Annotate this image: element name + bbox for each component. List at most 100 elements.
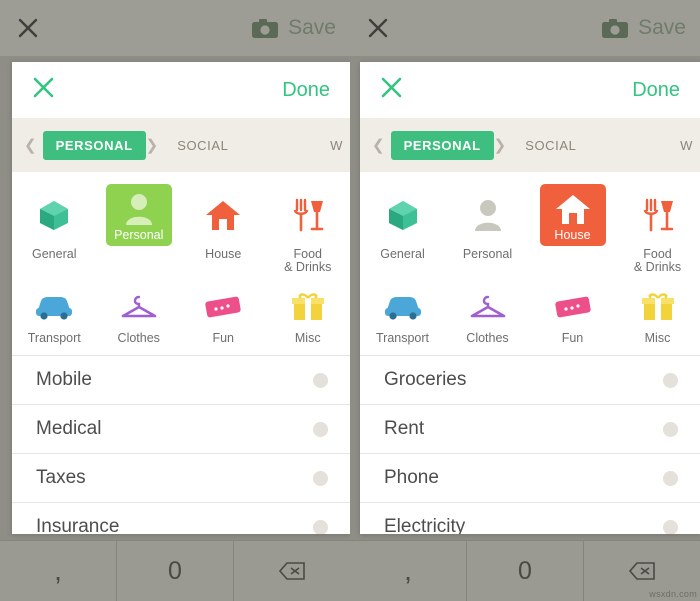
list-item-label: Mobile <box>36 369 92 390</box>
icon-label-misc: Misc <box>294 331 321 345</box>
icon-cell-transport[interactable]: Transport <box>12 280 97 351</box>
tab-work-partial[interactable]: W <box>317 131 350 160</box>
list-item-label: Medical <box>36 418 102 439</box>
box-icon <box>370 184 436 246</box>
chevron-left-icon[interactable]: ❮ <box>24 136 37 154</box>
icon-label-clothes: Clothes <box>466 331 509 345</box>
icon-cell-transport[interactable]: Transport <box>360 280 445 351</box>
keypad-right: , 0 <box>350 540 700 601</box>
icon-label-transport: Transport <box>27 331 81 345</box>
subcategory-list-right: Groceries Rent Phone Electricity <box>360 355 700 534</box>
modal-close-icon[interactable] <box>380 76 403 104</box>
house-icon: House <box>539 184 606 246</box>
tab-social[interactable]: SOCIAL <box>164 131 241 160</box>
category-picker-left: Done ❮ PERSONAL ❯ SOCIAL W General Perso… <box>12 62 350 534</box>
modal-close-icon[interactable] <box>32 76 55 104</box>
topbar-camera-icon[interactable] <box>242 18 288 39</box>
icon-cell-personal[interactable]: Personal <box>445 180 530 280</box>
topbar-save-button[interactable]: Save <box>288 16 350 40</box>
icon-grid-left: General Personal House Food & Drinks Tra… <box>12 172 350 355</box>
topbar-save-button[interactable]: Save <box>638 16 700 40</box>
icon-label-personal: Personal <box>462 247 513 261</box>
done-button[interactable]: Done <box>282 79 330 102</box>
icon-cell-general[interactable]: General <box>360 180 445 280</box>
list-item-label: Insurance <box>36 516 120 534</box>
radio-icon[interactable] <box>663 421 678 437</box>
key-zero[interactable]: 0 <box>467 541 584 601</box>
box-icon <box>21 184 87 246</box>
car-icon <box>370 284 436 330</box>
icon-cell-clothes[interactable]: Clothes <box>97 280 182 351</box>
icon-cell-general[interactable]: General <box>12 180 97 280</box>
list-item[interactable]: Phone <box>360 454 700 503</box>
person-icon: Personal <box>105 184 172 246</box>
car-icon <box>21 284 87 330</box>
list-item[interactable]: Mobile <box>12 356 350 405</box>
icon-label-general: General <box>32 247 77 261</box>
app-topbar-left: Save <box>0 0 350 56</box>
list-item[interactable]: Insurance <box>12 503 350 534</box>
icon-cell-fun[interactable]: Fun <box>181 280 266 351</box>
key-comma[interactable]: , <box>0 541 117 601</box>
icon-row-1-left: General Personal House Food & Drinks <box>12 180 350 280</box>
list-item[interactable]: Electricity <box>360 503 700 534</box>
icon-row-1-right: General Personal House Food & Drinks <box>360 180 700 280</box>
icon-label-food-drinks: Food & Drinks <box>633 247 682 274</box>
done-button[interactable]: Done <box>632 79 680 102</box>
card-header-right: Done <box>360 62 700 118</box>
radio-icon[interactable] <box>313 519 328 534</box>
list-item-label: Phone <box>384 467 439 488</box>
icon-cell-personal[interactable]: Personal <box>97 180 182 280</box>
list-item-label: Taxes <box>36 467 86 488</box>
radio-icon[interactable] <box>663 470 678 486</box>
radio-icon[interactable] <box>313 470 328 486</box>
icon-label-general: General <box>380 247 425 261</box>
tab-social[interactable]: SOCIAL <box>512 131 589 160</box>
key-zero[interactable]: 0 <box>117 541 234 601</box>
list-item-label: Groceries <box>384 369 467 390</box>
icon-cell-fun[interactable]: Fun <box>530 280 615 351</box>
key-backspace[interactable] <box>234 541 350 601</box>
key-comma[interactable]: , <box>350 541 467 601</box>
tab-personal[interactable]: PERSONAL <box>42 130 146 160</box>
list-item[interactable]: Groceries <box>360 356 700 405</box>
ticket-icon <box>540 284 606 330</box>
topbar-close-icon[interactable] <box>0 17 56 39</box>
topbar-close-icon[interactable] <box>350 17 406 39</box>
tab-personal[interactable]: PERSONAL <box>390 130 494 160</box>
icon-label-fun: Fun <box>212 331 235 345</box>
watermark: wsxdn.com <box>649 589 697 599</box>
card-header-left: Done <box>12 62 350 118</box>
tab-work-partial[interactable]: W <box>667 131 700 160</box>
radio-icon[interactable] <box>663 372 678 388</box>
radio-icon[interactable] <box>313 421 328 437</box>
topbar-camera-icon[interactable] <box>592 18 638 39</box>
icon-label-house: House <box>554 228 591 242</box>
icon-label-fun: Fun <box>561 331 584 345</box>
list-item[interactable]: Rent <box>360 405 700 454</box>
icon-cell-house[interactable]: House <box>181 180 266 280</box>
list-item-label: Rent <box>384 418 425 439</box>
tab-strip-left: ❮ PERSONAL ❯ SOCIAL W <box>12 118 350 172</box>
icon-cell-food-drinks[interactable]: Food & Drinks <box>615 180 700 280</box>
chevron-left-icon[interactable]: ❮ <box>372 136 385 154</box>
icon-row-2-left: Transport Clothes Fun Misc <box>12 280 350 351</box>
icon-cell-misc[interactable]: Misc <box>266 280 351 351</box>
list-item[interactable]: Medical <box>12 405 350 454</box>
icon-cell-clothes[interactable]: Clothes <box>445 280 530 351</box>
hanger-icon <box>455 284 521 330</box>
list-item-label: Electricity <box>384 516 466 534</box>
radio-icon[interactable] <box>663 519 678 534</box>
person-icon <box>455 184 521 246</box>
icon-cell-house[interactable]: House <box>530 180 615 280</box>
icon-cell-misc[interactable]: Misc <box>615 280 700 351</box>
icon-label-personal: Personal <box>114 228 164 242</box>
chevron-right-icon: ❯ <box>145 137 159 154</box>
icon-label-house: House <box>205 247 242 261</box>
icon-cell-food-drinks[interactable]: Food & Drinks <box>266 180 351 280</box>
icon-grid-right: General Personal House Food & Drinks Tra… <box>360 172 700 355</box>
chevron-right-icon: ❯ <box>493 137 507 154</box>
radio-icon[interactable] <box>313 372 328 388</box>
icon-row-2-right: Transport Clothes Fun Misc <box>360 280 700 351</box>
list-item[interactable]: Taxes <box>12 454 350 503</box>
